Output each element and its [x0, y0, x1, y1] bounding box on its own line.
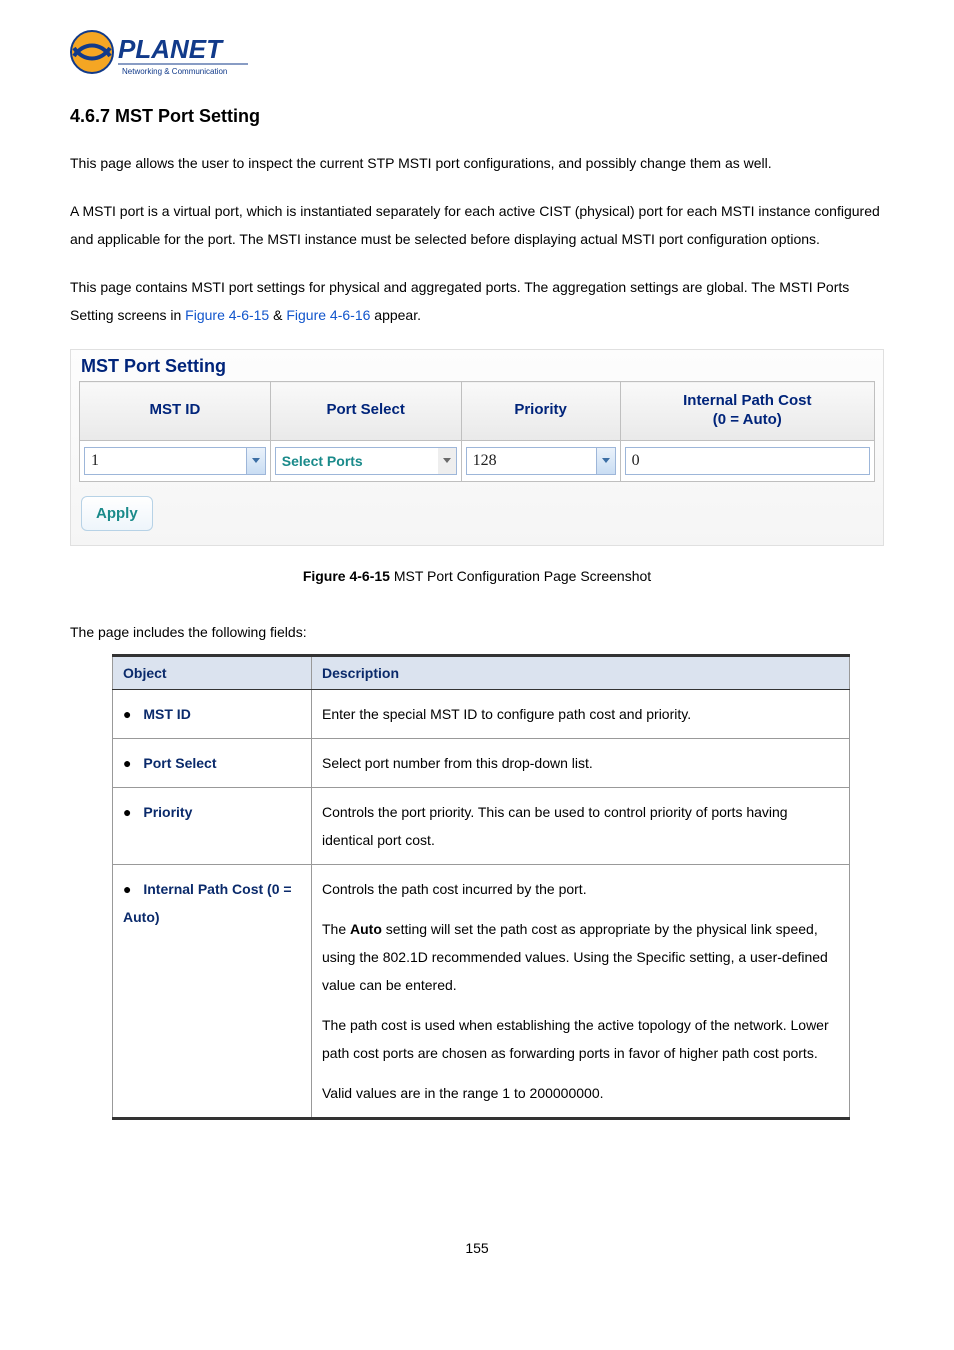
section-heading: 4.6.7 MST Port Setting [70, 106, 884, 127]
fields-intro: The page includes the following fields: [70, 624, 884, 640]
logo-brand-text: PLANET [118, 34, 224, 64]
mst-port-setting-panel: MST Port Setting MST ID Port Select Prio… [70, 349, 884, 546]
field-description: Controls the path cost incurred by the p… [312, 864, 850, 1118]
priority-select[interactable]: 128 [466, 447, 616, 475]
intro-paragraph-3: This page contains MSTI port settings fo… [70, 273, 884, 329]
field-object: ● Port Select [113, 738, 312, 787]
figure-link-4-6-16[interactable]: Figure 4-6-16 [286, 307, 370, 323]
apply-button[interactable]: Apply [81, 496, 153, 531]
port-select-value: Select Ports [276, 453, 438, 469]
chevron-down-icon [438, 448, 456, 474]
panel-title: MST Port Setting [79, 356, 875, 379]
field-object: ● Priority [113, 787, 312, 864]
path-cost-value: 0 [632, 452, 640, 470]
intro-paragraph-1: This page allows the user to inspect the… [70, 149, 884, 177]
table-row: ● Internal Path Cost (0 = Auto)Controls … [113, 864, 850, 1118]
brand-logo: PLANET Networking & Communication [70, 24, 884, 82]
panel-table: MST ID Port Select Priority Internal Pat… [79, 381, 875, 482]
field-object: ● MST ID [113, 689, 312, 738]
fields-header-description: Description [312, 655, 850, 689]
table-row: ● Port SelectSelect port number from thi… [113, 738, 850, 787]
field-description: Select port number from this drop-down l… [312, 738, 850, 787]
mst-id-value: 1 [85, 452, 246, 470]
figure-caption: Figure 4-6-15 MST Port Configuration Pag… [70, 568, 884, 584]
col-header-mst-id: MST ID [80, 382, 271, 441]
col-header-path-cost: Internal Path Cost(0 = Auto) [620, 382, 874, 441]
fields-table: Object Description ● MST IDEnter the spe… [112, 654, 850, 1120]
field-description: Controls the port priority. This can be … [312, 787, 850, 864]
col-header-priority: Priority [461, 382, 620, 441]
mst-id-select[interactable]: 1 [84, 447, 266, 475]
chevron-down-icon [596, 448, 615, 474]
chevron-down-icon [246, 448, 265, 474]
path-cost-input[interactable]: 0 [625, 447, 870, 475]
page-number: 155 [70, 1240, 884, 1256]
priority-value: 128 [467, 452, 596, 470]
fields-header-object: Object [113, 655, 312, 689]
field-object: ● Internal Path Cost (0 = Auto) [113, 864, 312, 1118]
col-header-port-select: Port Select [270, 382, 461, 441]
table-row: ● PriorityControls the port priority. Th… [113, 787, 850, 864]
table-row: ● MST IDEnter the special MST ID to conf… [113, 689, 850, 738]
figure-link-4-6-15[interactable]: Figure 4-6-15 [185, 307, 269, 323]
port-select-dropdown[interactable]: Select Ports [275, 447, 457, 475]
logo-tagline-text: Networking & Communication [122, 67, 227, 76]
field-description: Enter the special MST ID to configure pa… [312, 689, 850, 738]
intro-paragraph-2: A MSTI port is a virtual port, which is … [70, 197, 884, 253]
